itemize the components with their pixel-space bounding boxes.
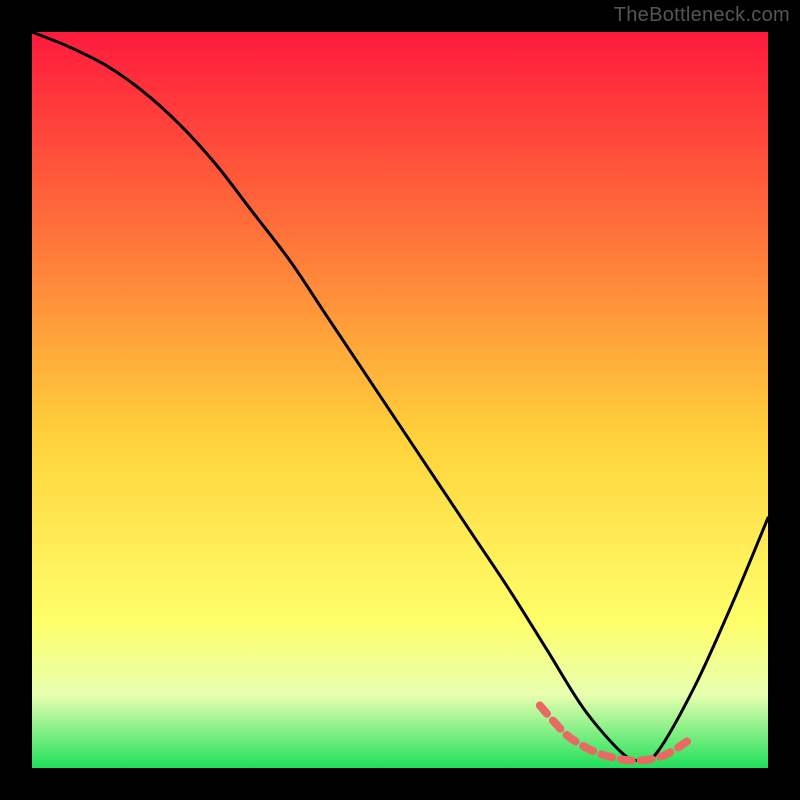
watermark-text: TheBottleneck.com	[614, 4, 790, 27]
plot-svg	[32, 32, 768, 768]
chart-frame: TheBottleneck.com	[0, 0, 800, 800]
gradient-background	[32, 32, 768, 768]
plot-area	[32, 32, 768, 768]
